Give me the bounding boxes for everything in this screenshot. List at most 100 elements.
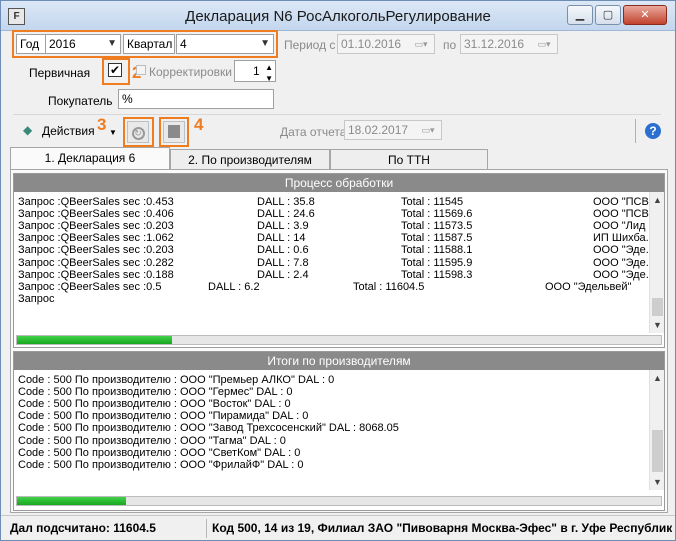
producer-row: Code : 500 По производителю : ООО "Пирам…	[18, 410, 309, 423]
status-progress-text: Код 500, 14 из 19, Филиал ЗАО "Пивоварня…	[212, 521, 672, 535]
main-window: F Декларация N6 РосАлкогольРегулирование…	[0, 0, 676, 541]
buyer-value: %	[122, 92, 133, 106]
producer-row: Code : 500 По производителю : ООО "Герме…	[18, 386, 293, 399]
scroll-up-icon[interactable]: ▲	[650, 370, 665, 386]
process-row-cell: Запрос :QBeerSales sec :0.282	[18, 256, 174, 269]
process-row-cell: Запрос :QBeerSales sec :0.203	[18, 244, 174, 257]
corrections-stepper[interactable]: 1 ▲ ▼	[234, 60, 276, 82]
year-value: 2016	[49, 37, 76, 51]
quarter-label-box: Квартал	[123, 34, 175, 54]
minimize-icon: ▁	[575, 9, 585, 21]
year-label: Год	[20, 37, 40, 51]
process-row-cell: Запрос :QBeerSales sec :0.5	[18, 280, 162, 293]
process-row-cell: ООО "ПСВ	[593, 196, 649, 208]
process-row-cell: ООО "Эде.	[593, 256, 649, 269]
period-to-date[interactable]: 31.12.2016 ▭▾	[460, 34, 558, 54]
scroll-down-icon[interactable]: ▼	[650, 474, 665, 490]
help-icon[interactable]: ?	[645, 123, 661, 139]
report-date-value: 18.02.2017	[348, 123, 409, 137]
quarter-label: Квартал	[127, 37, 173, 51]
corrections-value: 1	[253, 64, 260, 78]
calendar-icon: ▭▾	[421, 125, 435, 135]
period-to-value: 31.12.2016	[464, 37, 525, 51]
tab-label: По ТТН	[388, 153, 430, 167]
process-row-tail: Запрос	[18, 292, 55, 305]
process-row-cell: DALL : 7.8	[257, 256, 309, 269]
producer-row: Code : 500 По производителю : ООО "Восто…	[18, 398, 291, 411]
scroll-thumb[interactable]	[652, 430, 663, 472]
process-row-cell: Total : 11598.3	[401, 268, 473, 281]
producers-panel-title: Итоги по производителям	[14, 352, 664, 370]
report-date-label: Дата отчета	[280, 125, 347, 139]
process-row-cell: DALL : 24.6	[257, 208, 315, 221]
producers-panel: Итоги по производителям Code : 500 По пр…	[13, 351, 665, 511]
period-to-label: по	[443, 38, 457, 52]
report-date-field[interactable]: 18.02.2017 ▭▾	[344, 120, 442, 140]
period-from-value: 01.10.2016	[341, 37, 402, 51]
quarter-value: 4	[180, 37, 187, 51]
process-row-cell: Запрос :QBeerSales sec :1.062	[18, 232, 174, 245]
status-bar: Дал подсчитано: 11604.5 Код 500, 14 из 1…	[1, 515, 675, 540]
producer-row: Code : 500 По производителю : ООО "Завод…	[18, 422, 399, 435]
process-panel-title: Процесс обработки	[14, 174, 664, 192]
producer-row: Code : 500 По производителю : ООО "Фрила…	[18, 458, 304, 471]
process-row-cell: ООО "Эде.	[593, 268, 649, 281]
close-icon: ✕	[640, 9, 650, 21]
primary-label: Первичная	[29, 66, 91, 80]
tab-by-ttn[interactable]: По ТТН	[330, 149, 488, 170]
process-row-cell: DALL : 6.2	[208, 280, 260, 293]
title-bar[interactable]: F Декларация N6 РосАлкогольРегулирование…	[1, 1, 675, 31]
process-row-cell: Total : 11587.5	[401, 232, 473, 245]
process-row-cell: Total : 11569.6	[401, 208, 473, 221]
process-row-cell: Total : 11595.9	[401, 256, 473, 269]
process-row-cell: Total : 11545	[401, 196, 464, 208]
primary-checkbox[interactable]: ✔	[108, 63, 122, 77]
process-row-cell: DALL : 35.8	[257, 196, 315, 208]
producer-row: Code : 500 По производителю : ООО "СветК…	[18, 446, 301, 459]
actions-icon: ◆	[23, 123, 33, 137]
process-row-cell: Запрос :QBeerSales sec :0.188	[18, 268, 174, 281]
scroll-thumb[interactable]	[652, 298, 663, 316]
corrections-checkbox[interactable]	[136, 65, 146, 75]
buyer-input[interactable]: %	[118, 89, 274, 109]
process-row-cell: Запрос :QBeerSales sec :0.203	[18, 220, 174, 233]
maximize-icon: ▢	[602, 9, 614, 21]
year-select[interactable]: 2016 ▼	[45, 34, 121, 54]
minimize-button[interactable]: ▁	[567, 5, 593, 25]
process-row-cell: ИП Шихба.	[593, 232, 649, 245]
process-progress-bar	[16, 335, 662, 345]
toolbar-divider	[635, 119, 636, 143]
progress-fill	[17, 497, 127, 505]
process-row-cell: ООО "ПСВ	[593, 208, 649, 221]
close-button[interactable]: ✕	[623, 5, 667, 25]
process-scrollbar[interactable]: ▲ ▼	[649, 192, 664, 333]
maximize-button[interactable]: ▢	[595, 5, 621, 25]
chevron-down-icon: ▼	[260, 38, 270, 49]
save-button[interactable]	[163, 121, 185, 143]
status-divider	[206, 519, 207, 538]
producers-scrollbar[interactable]: ▲ ▼	[649, 370, 664, 490]
status-dal-count: Дал подсчитано: 11604.5	[10, 521, 156, 535]
progress-fill	[17, 336, 172, 344]
process-row-cell: DALL : 2.4	[257, 268, 309, 281]
process-row-cell: DALL : 14	[257, 232, 306, 245]
producer-row: Code : 500 По производителю : ООО "Премь…	[18, 374, 335, 386]
tab-declaration-6[interactable]: 1. Декларация 6	[10, 147, 170, 170]
scroll-up-icon[interactable]: ▲	[650, 192, 665, 208]
producers-progress-bar	[16, 496, 662, 506]
process-row-cell: DALL : 0.6	[257, 244, 309, 257]
quarter-select[interactable]: 4 ▼	[176, 34, 274, 54]
process-row-cell: ООО "Лид	[593, 220, 646, 233]
annotation-4: 4	[194, 115, 204, 134]
buyer-label: Покупатель	[48, 94, 113, 108]
refresh-icon: ↻	[131, 127, 145, 140]
stepper-down-icon[interactable]: ▼	[265, 70, 273, 81]
tab-by-producers[interactable]: 2. По производителям	[170, 149, 330, 170]
refresh-button[interactable]: ↻	[127, 121, 149, 143]
process-row-cell: Total : 11604.5	[353, 280, 425, 293]
annotation-3: 3	[97, 115, 107, 134]
calendar-icon: ▭▾	[537, 39, 551, 49]
chevron-down-icon: ▼	[109, 128, 117, 137]
scroll-down-icon[interactable]: ▼	[650, 317, 665, 333]
period-from-date[interactable]: 01.10.2016 ▭▾	[337, 34, 435, 54]
